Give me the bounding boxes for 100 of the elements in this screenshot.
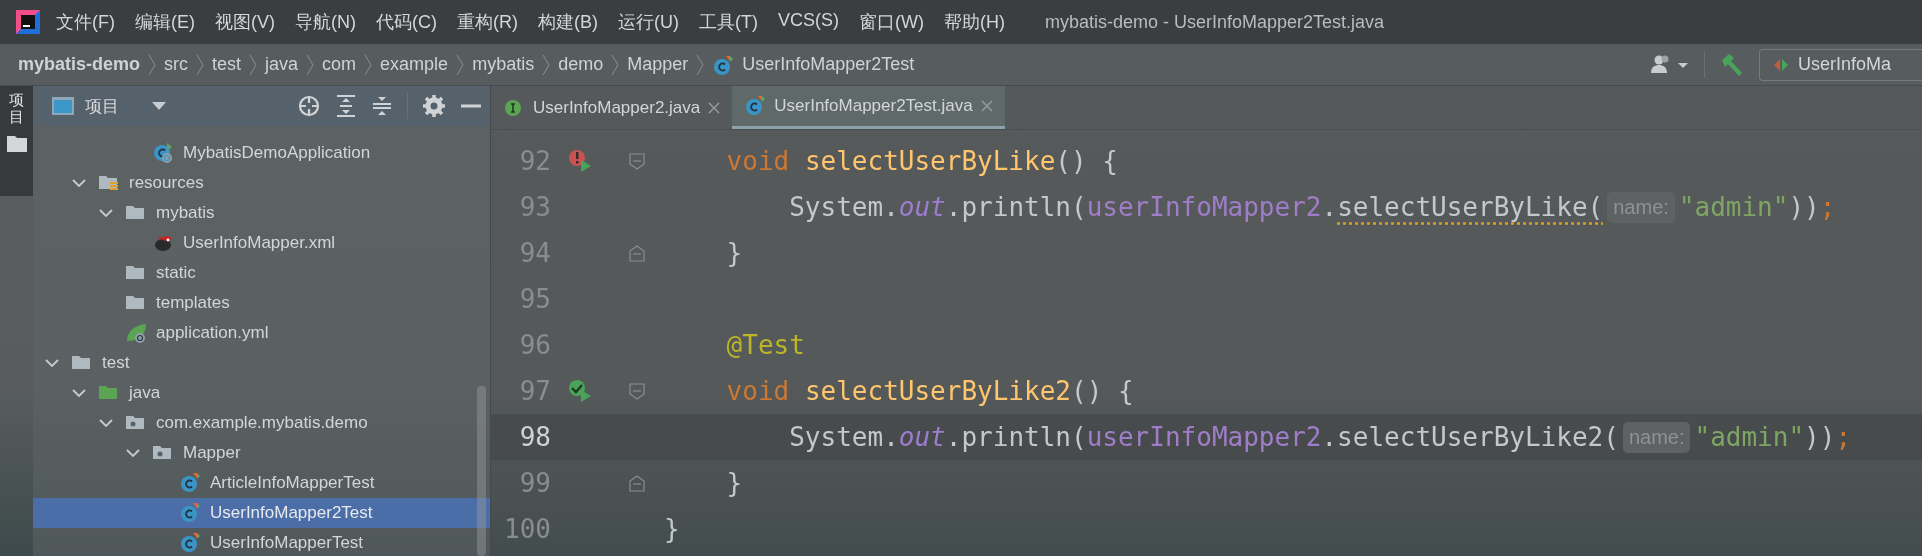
chevron-icon: [542, 53, 551, 76]
menu-item[interactable]: 工具(T): [699, 10, 758, 34]
code-token: void: [726, 376, 790, 406]
close-icon[interactable]: [708, 101, 721, 114]
window-title: mybatis-demo - UserInfoMapper2Test.java: [1044, 11, 1385, 33]
leaf-icon: [125, 322, 149, 344]
chevron-icon: [364, 53, 373, 76]
code-token: userInfoMapper2: [1086, 192, 1322, 222]
code-token: .selectUserByLike2(: [1321, 422, 1619, 452]
line-number: 100: [503, 514, 551, 544]
tree-item[interactable]: static: [33, 258, 490, 288]
chevron-icon: [456, 53, 465, 76]
tree-item[interactable]: application.yml: [33, 318, 490, 348]
menu-item[interactable]: 视图(V): [215, 10, 275, 34]
fold-marker-icon[interactable]: [627, 473, 646, 493]
expand-all-icon[interactable]: [335, 94, 357, 118]
code-token: )): [1788, 192, 1820, 222]
menu-item[interactable]: 重构(R): [457, 10, 518, 34]
menu-item[interactable]: 帮助(H): [943, 10, 1005, 34]
menu-item[interactable]: 运行(U): [618, 10, 679, 34]
run-error-icon[interactable]: [567, 148, 593, 174]
tree-item[interactable]: UserInfoMapper.xml: [33, 228, 490, 258]
code-token: @Test: [726, 330, 805, 360]
menu-item[interactable]: 文件(F): [56, 10, 115, 34]
breadcrumb-item[interactable]: UserInfoMapper2Test: [742, 54, 915, 75]
code-token: "admin": [1694, 422, 1805, 452]
code-token: }: [664, 514, 680, 544]
breadcrumb-item[interactable]: example: [380, 54, 449, 75]
code-token: .println(: [945, 192, 1087, 222]
line-number: 99: [518, 468, 551, 498]
menu-item[interactable]: 导航(N): [295, 10, 356, 34]
fold-marker-icon[interactable]: [627, 381, 646, 401]
code-token: "admin": [1678, 192, 1789, 222]
breadcrumb-item[interactable]: mybatis: [472, 54, 535, 75]
folder-icon[interactable]: [5, 135, 28, 153]
fold-marker-icon[interactable]: [627, 243, 646, 263]
tree-item[interactable]: java: [33, 378, 490, 408]
code-token: selectUserByLike2: [804, 376, 1071, 406]
chevron-icon: [196, 53, 205, 76]
line-number: 98: [518, 422, 551, 452]
tree-item[interactable]: test: [33, 348, 490, 378]
code-token: .println(: [945, 422, 1087, 452]
chevron-icon: [148, 53, 157, 76]
breadcrumb-item[interactable]: demo: [558, 54, 604, 75]
run-passed-icon[interactable]: [567, 378, 593, 404]
code-token: selectUserByLike: [804, 146, 1056, 176]
tree-item[interactable]: Mapper: [33, 438, 490, 468]
chevron-icon: [249, 53, 258, 76]
panel-title[interactable]: 项目: [85, 94, 119, 118]
breadcrumb-item[interactable]: mybatis-demo: [18, 54, 141, 75]
project-tool-button[interactable]: 项目: [9, 92, 24, 125]
code-token: System.: [789, 422, 899, 452]
breadcrumb-item[interactable]: src: [164, 54, 189, 75]
code-token: out: [898, 422, 946, 452]
menu-item[interactable]: 构建(B): [538, 10, 598, 34]
window-icon: [51, 95, 75, 117]
code-token: userInfoMapper2: [1086, 422, 1322, 452]
locate-icon[interactable]: [297, 94, 321, 118]
breadcrumb-item[interactable]: java: [265, 54, 299, 75]
code-token: System.: [789, 192, 899, 222]
chevron-icon: [306, 53, 315, 76]
tree-item[interactable]: UserInfoMapper2Test: [33, 498, 490, 528]
tree-item[interactable]: ArticleInfoMapperTest: [33, 468, 490, 498]
editor-tab[interactable]: UserInfoMapper2Test.java: [732, 86, 1005, 129]
code-token: ;: [1835, 422, 1852, 452]
tree-item[interactable]: UserInfoMapperTest: [33, 528, 490, 556]
menu-item[interactable]: 编辑(E): [135, 10, 195, 34]
breadcrumb-item[interactable]: com: [322, 54, 357, 75]
scrollbar[interactable]: [477, 386, 486, 556]
app-logo-icon[interactable]: [14, 8, 42, 36]
code-token: void: [726, 146, 790, 176]
chevron-icon: [696, 53, 705, 76]
code-token: ;: [1819, 192, 1836, 222]
chevron-icon: [611, 53, 620, 76]
code-token: () {: [1071, 376, 1134, 406]
tree-item[interactable]: templates: [33, 288, 490, 318]
code-token: .: [1321, 192, 1338, 222]
close-icon[interactable]: [980, 100, 993, 112]
code-token: }: [726, 468, 743, 498]
menu-item[interactable]: 代码(C): [376, 10, 437, 34]
run-configuration-dropdown[interactable]: UserInfoMa: [1759, 48, 1922, 81]
code-token: )): [1804, 422, 1836, 452]
collapse-all-icon[interactable]: [371, 94, 393, 118]
tree-item[interactable]: com.example.mybatis.demo: [33, 408, 490, 438]
code-token: () {: [1055, 146, 1118, 176]
menu-item[interactable]: 窗口(W): [859, 10, 924, 34]
settings-icon[interactable]: [422, 94, 446, 118]
build-hammer-icon[interactable]: [1719, 51, 1745, 78]
code-token: }: [726, 238, 743, 268]
menu-item[interactable]: VCS(S): [777, 10, 839, 34]
breadcrumb-item[interactable]: test: [212, 54, 242, 75]
tree-item[interactable]: MybatisDemoApplication: [33, 138, 490, 168]
fold-marker-icon[interactable]: [627, 151, 646, 171]
breadcrumb-item[interactable]: Mapper: [627, 54, 689, 75]
caret-icon[interactable]: [151, 101, 167, 111]
code-token: out: [898, 192, 946, 222]
tree-item[interactable]: resources: [33, 168, 490, 198]
tree-item[interactable]: mybatis: [33, 198, 490, 228]
editor-tab[interactable]: UserInfoMapper2.java: [491, 86, 733, 129]
code-token: selectUserByLike(: [1337, 192, 1604, 222]
